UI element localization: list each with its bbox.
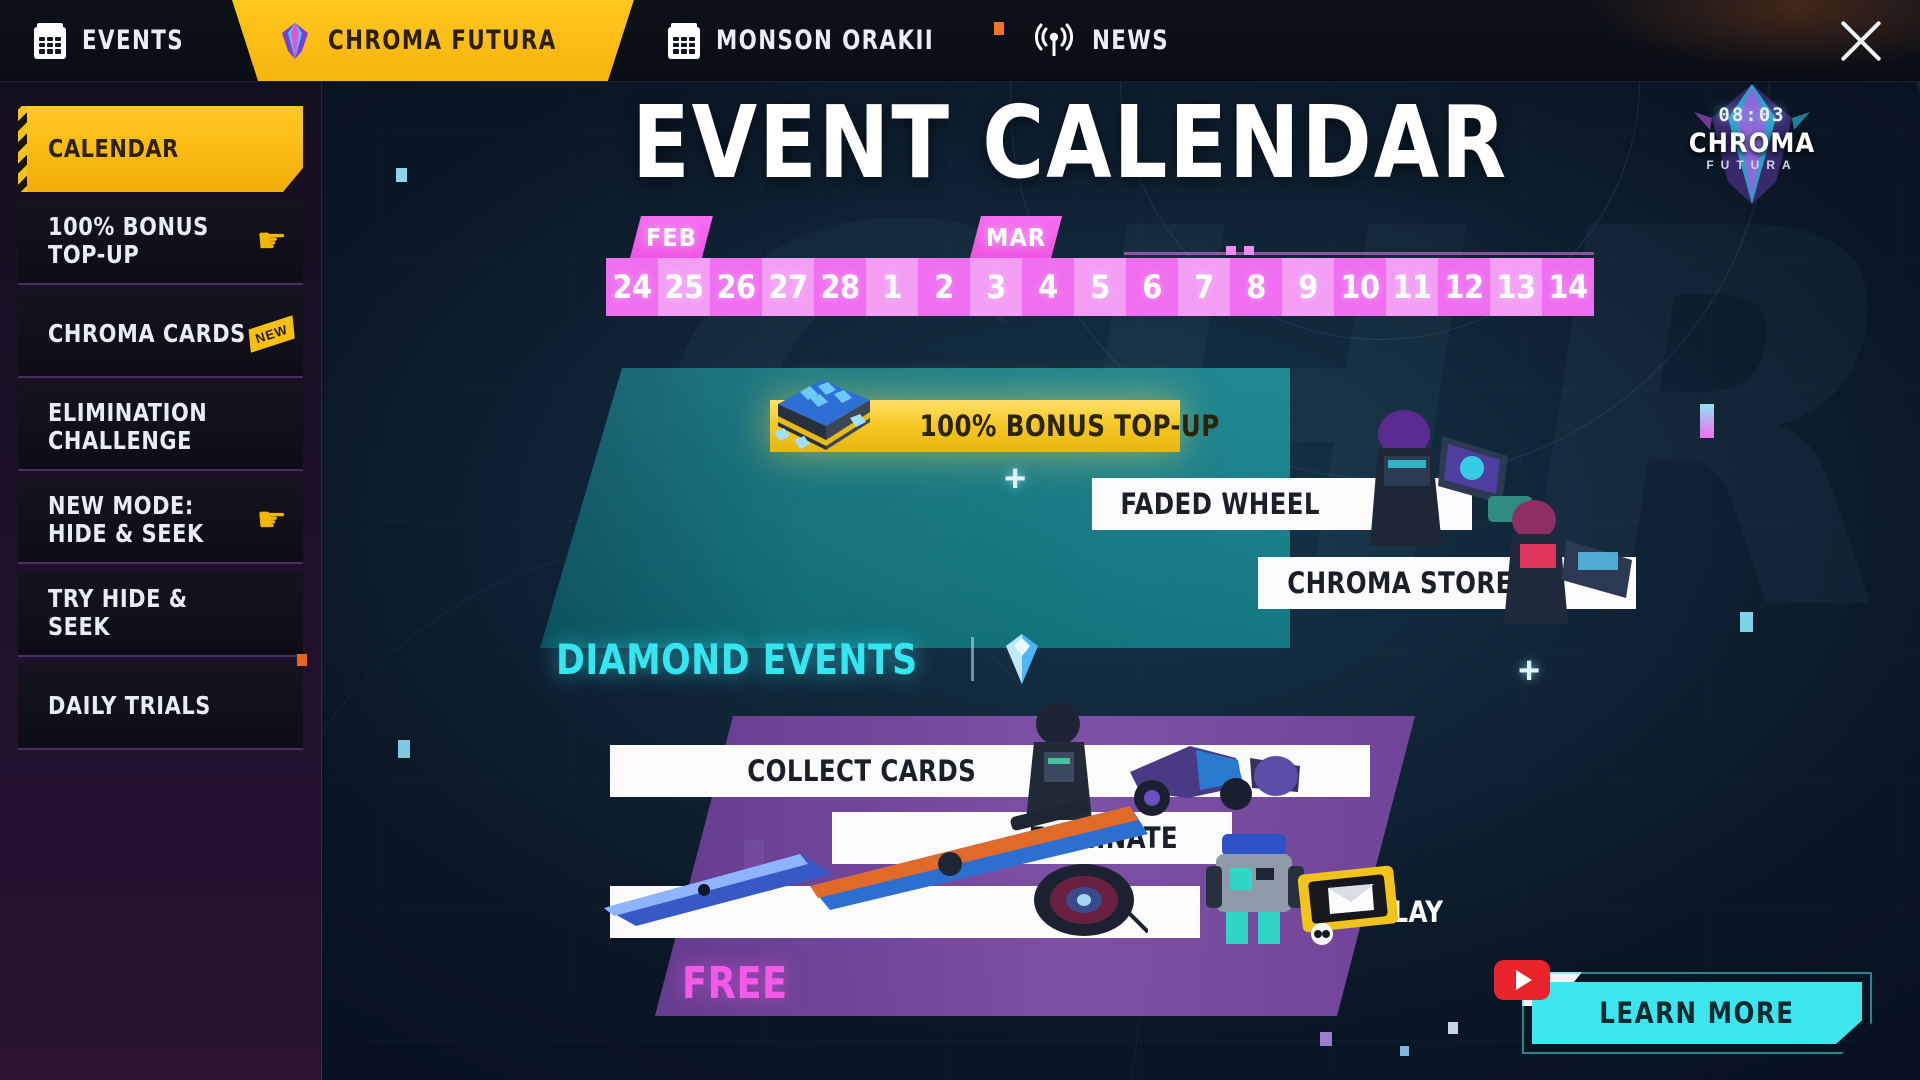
diamond-events-label: DIAMOND EVENTS [556,634,918,684]
event-calendar-screen: CHROMA EVENTS CHROMA FUTURA [0,0,1920,1080]
learn-more-button[interactable]: LEARN MORE [1532,982,1862,1044]
glitch-square [1400,1046,1409,1056]
sidebar-item-daily-trials[interactable]: DAILY TRIALS [18,654,307,750]
event-bar-label: COLLECT CARDS [747,754,977,788]
day-cell[interactable]: 1 [866,258,918,316]
event-bar-label: 100% BONUS TOP-UP [919,409,1220,443]
day-cell[interactable]: 14 [1542,258,1594,316]
day-cell[interactable]: 12 [1438,258,1490,316]
day-cell[interactable]: 27 [762,258,814,316]
day-cell[interactable]: 26 [710,258,762,316]
month-tab-feb: FEB [630,216,713,258]
sidebar-item-new-mode-hide-seek[interactable]: NEW MODE: HIDE & SEEK ☛ [18,478,303,564]
sidebar-item-label: 100% BONUS TOP-UP [48,212,209,269]
diamond-events-heading: DIAMOND EVENTS [556,632,1048,686]
day-cells: 24 25 26 27 28 1 2 3 4 5 6 7 8 9 10 11 1… [606,258,1594,316]
top-navigation-bar: EVENTS CHROMA FUTURA MONSON ORAKII NEWS [0,0,1920,82]
logo-title: CHROMA [1688,128,1816,159]
date-timeline: FEB MAR 24 25 26 27 28 1 2 3 4 5 6 7 8 9… [606,258,1594,316]
youtube-icon[interactable] [1494,960,1550,1000]
month-tab-mar: MAR [970,216,1062,258]
page-title: EVENT CALENDAR [632,84,1508,201]
chroma-futura-logo: 08:03 CHROMA FUTURA [1672,78,1832,208]
day-cell[interactable]: 24 [606,258,658,316]
tab-events[interactable]: EVENTS [0,0,232,81]
tab-news[interactable]: NEWS [998,0,1214,81]
sidebar-item-label: CALENDAR [48,134,179,163]
event-bar-play[interactable] [610,886,1200,938]
day-cell[interactable]: 25 [658,258,710,316]
event-bar-faded-wheel[interactable]: FADED WHEEL [1092,478,1472,530]
plus-connector-2: + [1518,650,1541,692]
day-cell[interactable]: 11 [1386,258,1438,316]
broadcast-icon [1034,23,1073,56]
learn-more-label: LEARN MORE [1599,996,1795,1030]
sidebar-item-elimination-challenge[interactable]: ELIMINATION CHALLENGE [18,385,303,471]
event-bar-eliminate[interactable]: ELIMINATE [832,812,1232,864]
calendar-icon [667,22,700,59]
chroma-crystal-icon [278,21,312,61]
close-icon[interactable] [1828,8,1894,74]
sidebar-item-label: DAILY TRIALS [48,691,211,720]
glitch-square [398,740,410,758]
tab-chroma-futura-label: CHROMA FUTURA [328,25,557,56]
event-bar-label: CHROMA STORE [1287,566,1513,600]
event-bar-label: PLAY [1374,895,1444,929]
timeline-marker [1244,246,1254,255]
tab-monson-orakii-label: MONSON ORAKII [715,25,935,56]
day-cell[interactable]: 4 [1022,258,1074,316]
event-bar-top-up[interactable]: 100% BONUS TOP-UP [770,400,1219,452]
event-bar-label: FADED WHEEL [1120,487,1320,521]
plus-connector-1: + [1004,458,1027,500]
tab-news-label: NEWS [1091,25,1169,56]
sidebar-item-label: NEW MODE: HIDE & SEEK [48,491,204,548]
event-bar-play-label-wrap: PLAY [1372,886,1446,938]
pointing-hand-icon: ☛ [256,222,287,260]
day-cell[interactable]: 9 [1282,258,1334,316]
logo-subtitle: FUTURA [1706,158,1798,172]
tab-events-label: EVENTS [82,25,185,56]
glitch-square [1740,612,1753,632]
timeline-marker [1226,246,1236,255]
glitch-square [396,168,407,182]
day-cell[interactable]: 3 [970,258,1022,316]
day-cell[interactable]: 10 [1334,258,1386,316]
day-cell[interactable]: 28 [814,258,866,316]
day-cell[interactable]: 5 [1074,258,1126,316]
sidebar: CALENDAR 100% BONUS TOP-UP ☛ CHROMA CARD… [0,82,322,1080]
hazard-stripe-icon [12,106,27,192]
day-cell[interactable]: 13 [1490,258,1542,316]
event-bar-chroma-store[interactable]: CHROMA STORE [1258,557,1636,609]
tab-chroma-futura[interactable]: CHROMA FUTURA [232,0,634,81]
tab-monson-orakii[interactable]: MONSON ORAKII [634,0,1004,81]
sidebar-item-chroma-cards[interactable]: CHROMA CARDS NEW [18,292,303,378]
free-label: FREE [682,958,788,1009]
glitch-square [1448,1022,1458,1034]
timeline-rail [1124,252,1594,255]
sidebar-item-label: CHROMA CARDS [48,319,246,348]
glitch-square [1700,404,1714,438]
divider [971,637,975,681]
pointing-hand-icon: ☛ [256,501,287,539]
logo-countdown: 08:03 [1718,104,1786,126]
event-bar-label: ELIMINATE [1028,821,1179,855]
day-cell[interactable]: 6 [1126,258,1178,316]
play-triangle-icon [1516,970,1532,990]
glitch-square [1320,1032,1332,1046]
sidebar-item-label: ELIMINATION CHALLENGE [48,398,208,455]
day-cell[interactable]: 8 [1230,258,1282,316]
sidebar-item-bonus-top-up[interactable]: 100% BONUS TOP-UP ☛ [18,199,303,285]
sidebar-item-try-hide-seek[interactable]: TRY HIDE & SEEK [18,571,303,657]
sidebar-item-calendar[interactable]: CALENDAR [18,106,303,192]
new-badge: NEW [243,315,299,353]
day-cell[interactable]: 7 [1178,258,1230,316]
sidebar-item-label: TRY HIDE & SEEK [48,584,188,641]
calendar-icon [34,22,66,59]
notification-dot [297,654,307,666]
event-bar-collect-cards[interactable]: COLLECT CARDS [610,745,1370,797]
diamond-icon [1006,634,1039,684]
day-cell[interactable]: 2 [918,258,970,316]
